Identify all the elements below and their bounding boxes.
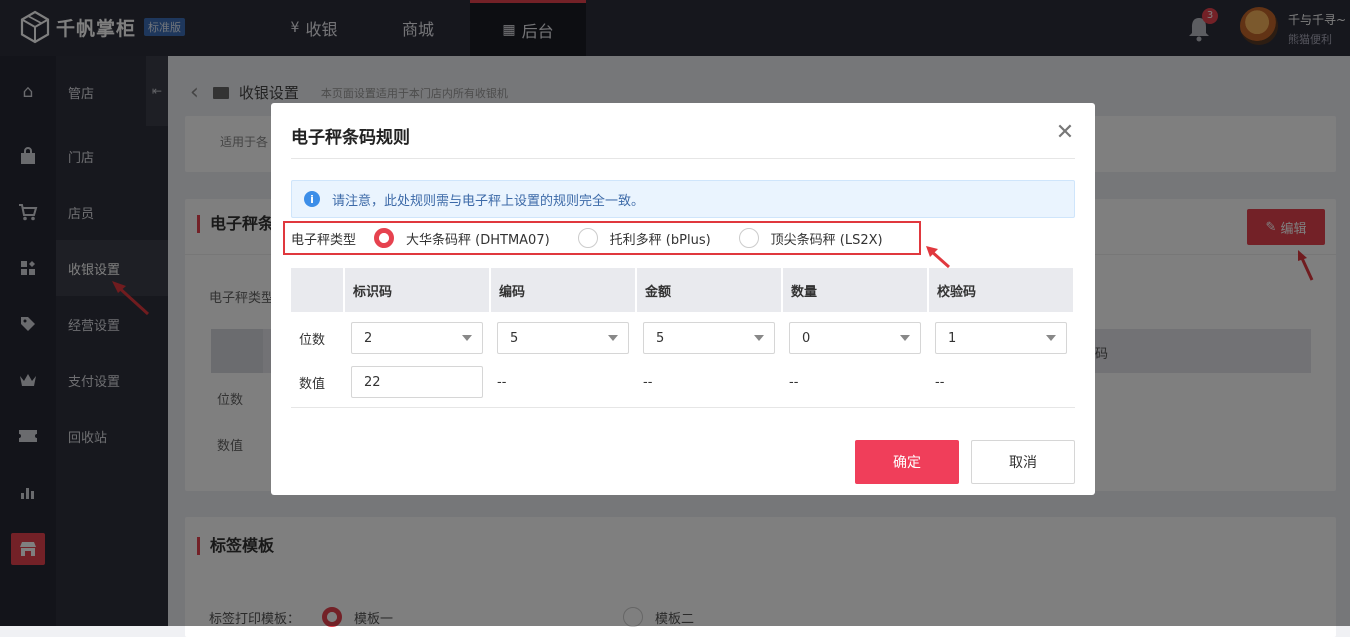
- dialog-title: 电子秤条码规则: [291, 128, 410, 148]
- chevron-down-icon: [462, 335, 472, 341]
- table-header-cell: 标识码: [345, 268, 489, 312]
- digits-select[interactable]: 1: [935, 322, 1067, 354]
- scale-option-label: 顶尖条码秤 (LS2X): [770, 232, 883, 248]
- table-cell: 5: [635, 322, 779, 354]
- select-value: 0: [802, 330, 811, 346]
- table-cell: --: [643, 374, 653, 390]
- barcode-rule-dialog: 电子秤条码规则 ✕ i 请注意，此处规则需与电子秤上设置的规则完全一致。 电子秤…: [271, 103, 1095, 495]
- table-header-cell: 金额: [637, 268, 781, 312]
- scale-type-selector: 电子秤类型 大华条码秤 (DHTMA07) 托利多秤 (bPlus) 顶尖条码秤…: [283, 221, 921, 255]
- divider: [291, 407, 1075, 408]
- select-value: 2: [364, 330, 373, 346]
- close-icon[interactable]: ✕: [1055, 122, 1075, 144]
- scale-option-dingjian[interactable]: 顶尖条码秤 (LS2X): [738, 228, 883, 248]
- radio-dingjian[interactable]: [738, 228, 759, 248]
- table-header-cell: 编码: [491, 268, 635, 312]
- table-cell: --: [789, 374, 799, 390]
- table-header-cell: 校验码: [929, 268, 1073, 312]
- table-header-cell: 数量: [783, 268, 927, 312]
- table-cell: 0: [781, 322, 925, 354]
- scale-option-label: 托利多秤 (bPlus): [609, 232, 711, 248]
- barcode-rule-table: 标识码 编码 金额 数量 校验码 位数 2 5 5 0 1 数值 22 -- -…: [291, 268, 1075, 404]
- scale-type-label: 电子秤类型: [291, 232, 357, 248]
- annotation-arrow: [926, 246, 950, 269]
- scale-option-toledo[interactable]: 托利多秤 (bPlus): [577, 228, 711, 248]
- select-value: 5: [510, 330, 519, 346]
- notice-banner: i 请注意，此处规则需与电子秤上设置的规则完全一致。: [291, 180, 1075, 218]
- cancel-button[interactable]: 取消: [971, 440, 1075, 484]
- table-header-cell: [291, 268, 343, 312]
- table-cell: 2: [343, 322, 487, 354]
- table-header-row: 标识码 编码 金额 数量 校验码: [291, 268, 1075, 312]
- table-row: 数值 22 -- -- -- --: [291, 360, 1075, 404]
- confirm-button[interactable]: 确定: [855, 440, 959, 484]
- digits-select[interactable]: 2: [351, 322, 483, 354]
- table-cell: --: [497, 374, 507, 390]
- chevron-down-icon: [1046, 335, 1056, 341]
- table-cell: 1: [927, 322, 1071, 354]
- digits-select[interactable]: 5: [643, 322, 775, 354]
- value-input[interactable]: 22: [351, 366, 483, 398]
- radio-toledo[interactable]: [577, 228, 598, 248]
- select-value: 1: [948, 330, 957, 346]
- chevron-down-icon: [754, 335, 764, 341]
- scale-option-label: 大华条码秤 (DHTMA07): [406, 232, 550, 248]
- select-value: 5: [656, 330, 665, 346]
- notice-text: 请注意，此处规则需与电子秤上设置的规则完全一致。: [332, 193, 645, 209]
- digits-select[interactable]: 0: [789, 322, 921, 354]
- table-row: 位数 2 5 5 0 1: [291, 316, 1075, 360]
- table-cell: 22: [343, 366, 487, 398]
- row-label: 位数: [299, 332, 326, 348]
- chevron-down-icon: [900, 335, 910, 341]
- table-cell: 5: [489, 322, 633, 354]
- chevron-down-icon: [608, 335, 618, 341]
- divider: [291, 158, 1075, 159]
- table-cell: --: [935, 374, 945, 390]
- row-label: 数值: [299, 376, 326, 392]
- scale-option-dahua[interactable]: 大华条码秤 (DHTMA07): [374, 228, 550, 248]
- radio-dahua[interactable]: [374, 228, 395, 248]
- digits-select[interactable]: 5: [497, 322, 629, 354]
- info-icon: i: [304, 191, 320, 207]
